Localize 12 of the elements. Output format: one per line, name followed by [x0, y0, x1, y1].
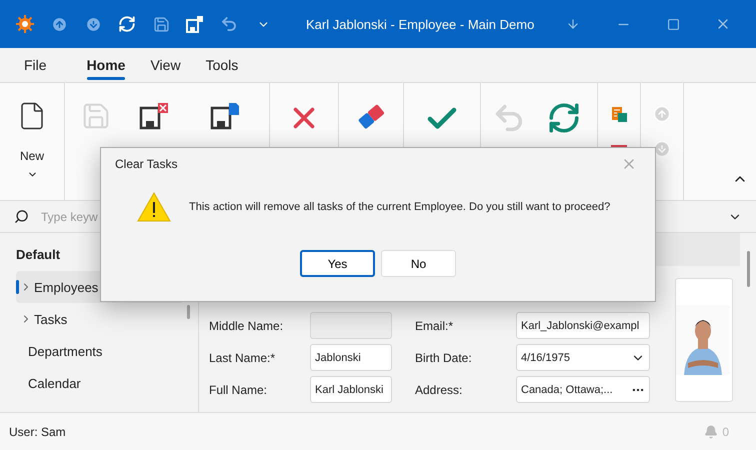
dialog-title: Clear Tasks — [115, 157, 178, 171]
dialog-message: This action will remove all tasks of the current Employee. Do you still want to proceed? — [189, 201, 610, 213]
nav-group-header: Default — [16, 247, 62, 264]
field-label: Email:* — [415, 318, 454, 332]
field-label: Birth Date: — [415, 350, 473, 364]
field-label: Last Name:* — [209, 350, 276, 364]
field-label: Full Name: — [209, 382, 268, 396]
notification-count: 0 — [722, 424, 729, 438]
status-user: User: Sam — [9, 424, 67, 438]
window-title: Karl Jablonski - Employee - Main Demo — [306, 16, 536, 32]
field-label: Middle Name: — [209, 318, 284, 332]
field-label: Address: — [415, 382, 464, 396]
